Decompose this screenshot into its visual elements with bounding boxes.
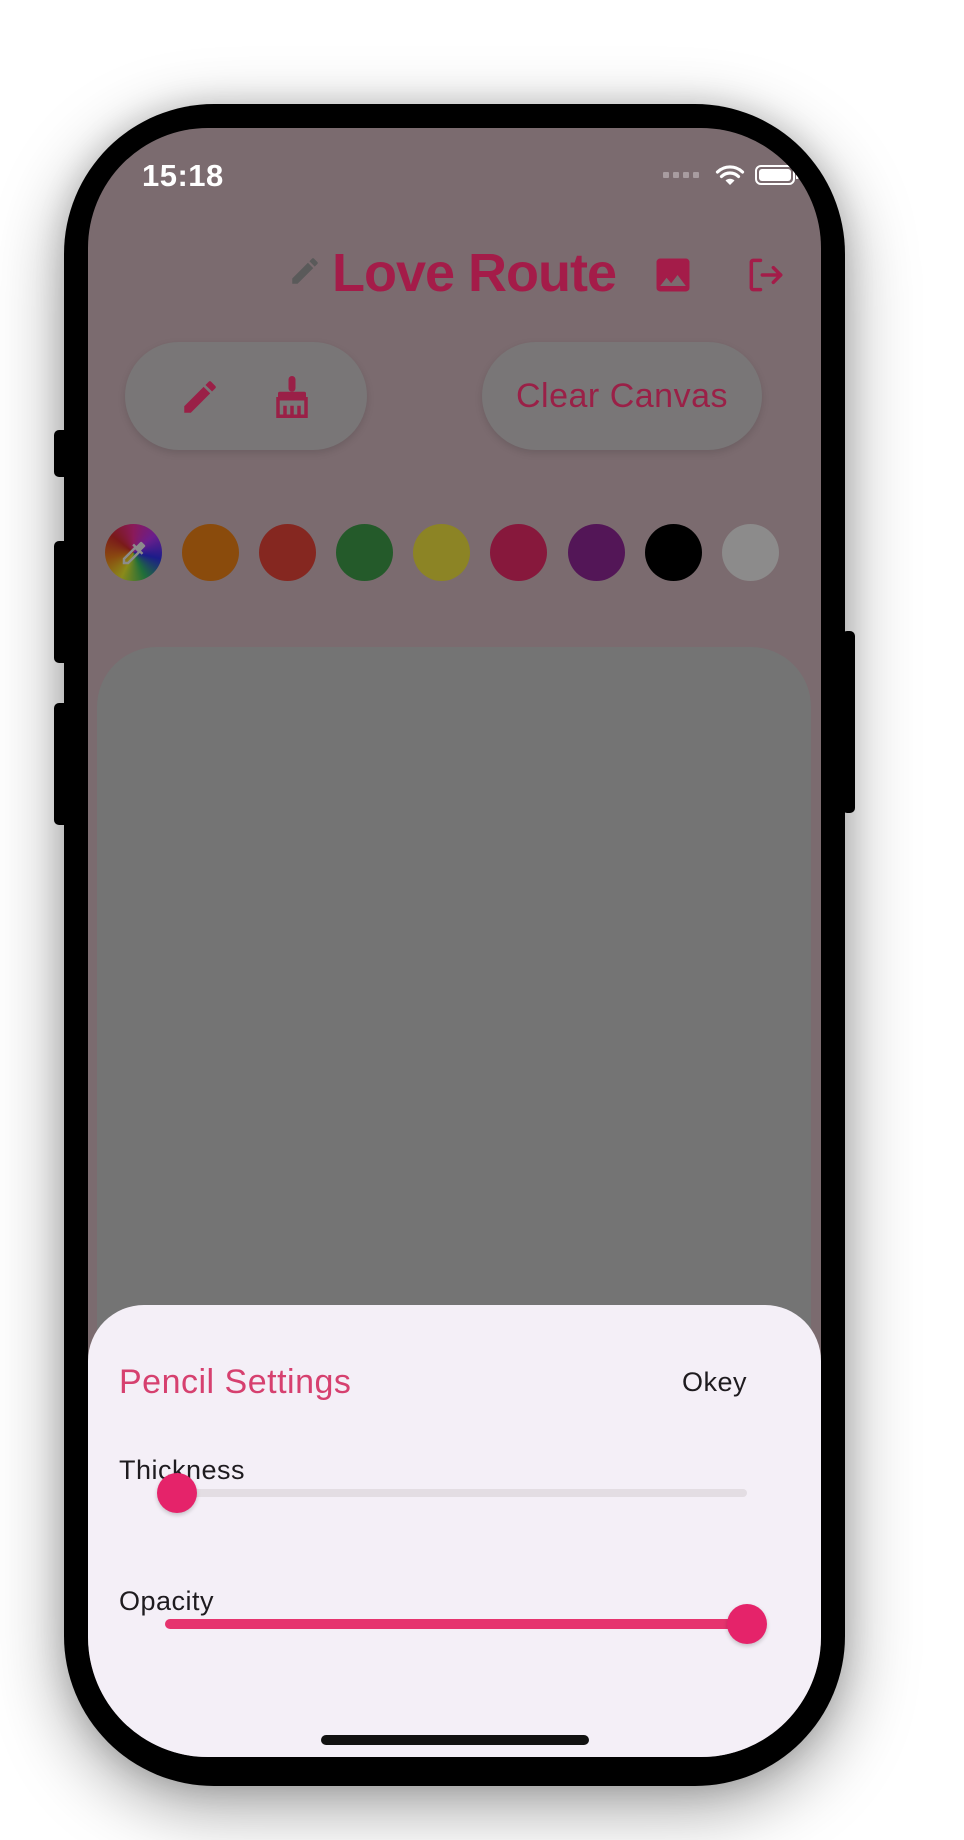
- sheet-title: Pencil Settings: [119, 1363, 352, 1401]
- screen: 15:18 Love Route Clear Canvas Pencil Set…: [88, 128, 821, 1757]
- slider-thumb[interactable]: [156, 1473, 197, 1513]
- color-swatch-green[interactable]: [336, 524, 393, 581]
- color-swatch-crimson[interactable]: [490, 524, 547, 581]
- pencil-settings-sheet: Pencil Settings Okey Thickness Opacity: [88, 1305, 821, 1757]
- color-swatch-yellow[interactable]: [413, 524, 470, 581]
- battery-icon: [755, 165, 799, 185]
- pencil-icon: [288, 254, 322, 293]
- image-icon[interactable]: [651, 253, 695, 302]
- status-icons: [663, 164, 799, 186]
- color-swatch-orange[interactable]: [182, 524, 239, 581]
- broom-icon[interactable]: [271, 374, 313, 425]
- logout-icon[interactable]: [744, 253, 788, 302]
- clear-canvas-button[interactable]: Clear Canvas: [482, 342, 762, 450]
- slider-track: [165, 1489, 747, 1497]
- opacity-slider[interactable]: [165, 1604, 767, 1644]
- slider-active-track: [165, 1619, 747, 1629]
- pencil-tool-icon[interactable]: [179, 376, 221, 423]
- color-swatch-black[interactable]: [645, 524, 702, 581]
- okey-button[interactable]: Okey: [682, 1367, 747, 1398]
- eyedropper-icon: [119, 538, 149, 573]
- slider-thumb[interactable]: [727, 1604, 767, 1644]
- thickness-slider[interactable]: [156, 1473, 747, 1513]
- color-swatch-gray[interactable]: [722, 524, 779, 581]
- wifi-icon: [715, 164, 745, 186]
- color-swatch-red[interactable]: [259, 524, 316, 581]
- tool-selector: [125, 342, 367, 450]
- color-picker-swatch[interactable]: [105, 524, 162, 581]
- color-swatch-purple[interactable]: [568, 524, 625, 581]
- app-title: Love Route: [332, 243, 617, 303]
- signal-icon: [663, 172, 699, 178]
- home-indicator: [321, 1735, 589, 1745]
- status-time: 15:18: [142, 158, 224, 193]
